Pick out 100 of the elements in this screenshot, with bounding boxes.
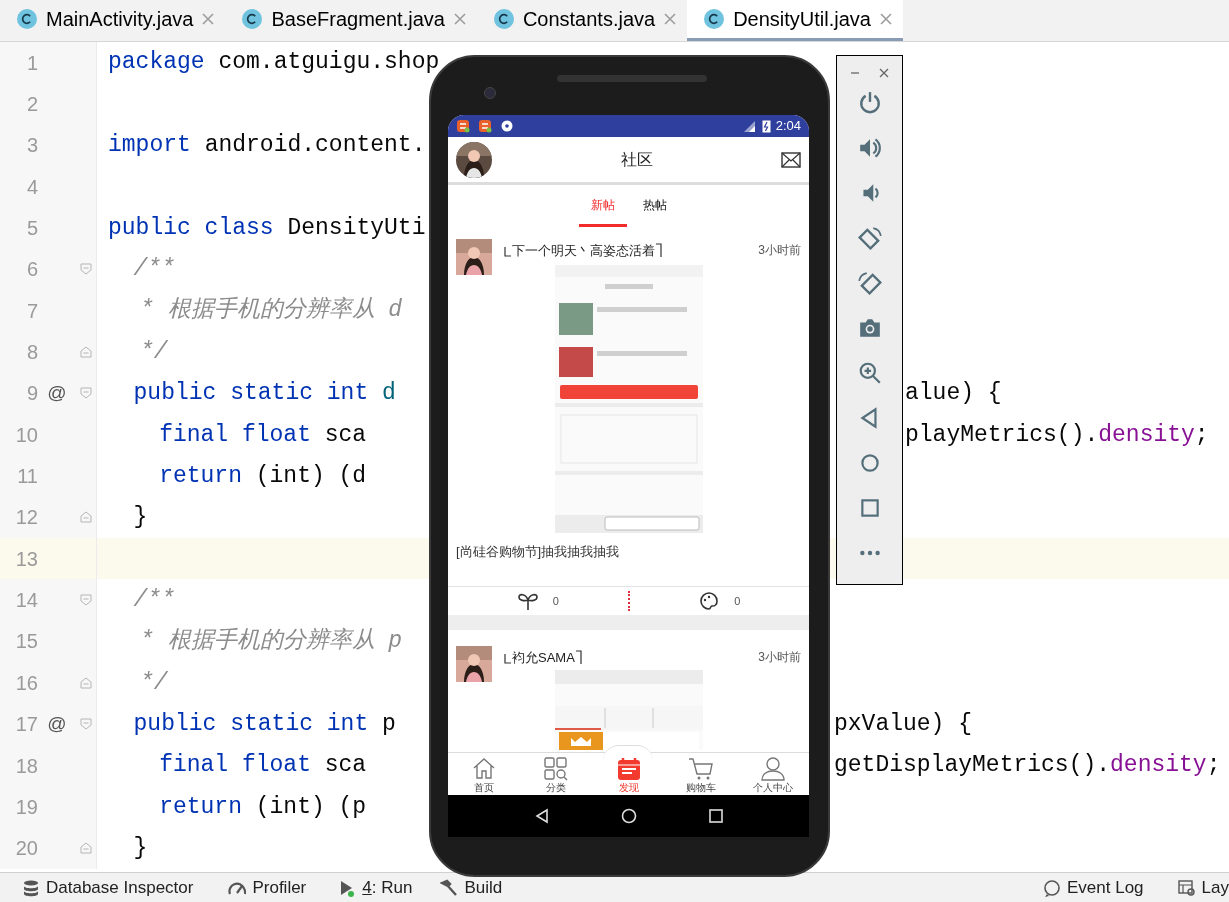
code-text: return (int) (p	[159, 792, 367, 822]
author-name[interactable]: 下一个明天丶高姿态活着	[512, 241, 655, 261]
line-number: 16	[14, 670, 38, 696]
post-tab[interactable]: 新帖	[578, 185, 627, 227]
line-number: 19	[14, 794, 38, 820]
tool-window-button[interactable]: Profiler	[228, 874, 307, 901]
hammer-icon	[440, 878, 459, 897]
line-number: 17	[14, 712, 38, 738]
rotate-right-icon[interactable]	[857, 271, 882, 295]
zoom-in-icon[interactable]	[857, 361, 882, 385]
database-icon	[22, 878, 40, 897]
code-text: public class DensityUti	[108, 213, 426, 243]
tool-window-button[interactable]: Lay	[1177, 874, 1229, 901]
dotted-divider	[627, 591, 630, 611]
code-text: }	[133, 503, 148, 533]
power-icon[interactable]	[857, 91, 882, 115]
line-number: 1	[25, 50, 38, 76]
code-text: * 根据手机的分辨率从 p	[139, 626, 403, 657]
code-text: public static int d	[133, 379, 396, 409]
overview-icon[interactable]	[707, 808, 724, 824]
app-notification-icon	[478, 119, 492, 133]
nav-tab[interactable]: 分类	[520, 753, 593, 795]
tool-window-button[interactable]: Database Inspector	[22, 874, 194, 901]
play-icon	[338, 878, 357, 897]
line-number: 3	[25, 133, 38, 159]
mail-icon[interactable]	[781, 151, 801, 168]
tool-window-button[interactable]: 4: Run	[338, 874, 413, 901]
name-frame-icon	[655, 242, 663, 259]
code-text: public static int p	[133, 709, 396, 739]
editor-tab[interactable]: MainActivity.java	[0, 0, 226, 41]
nav-tab[interactable]: 个人中心	[736, 753, 809, 795]
battery-icon	[761, 119, 771, 133]
camera-icon[interactable]	[857, 316, 882, 340]
override-marker[interactable]: @	[47, 379, 67, 408]
person-icon	[759, 756, 786, 782]
line-number: 11	[16, 464, 38, 490]
code-text: */	[139, 337, 168, 367]
close-icon[interactable]	[201, 12, 216, 26]
close-icon[interactable]	[879, 12, 893, 26]
code-text: final float sca	[159, 420, 367, 450]
comment-count: 0	[734, 593, 741, 609]
editor-tab[interactable]: Constants.java	[476, 0, 688, 41]
class-file-icon	[241, 8, 264, 30]
code-text: getDisplayMetrics().density;	[834, 751, 1221, 781]
line-number: 6	[25, 257, 38, 283]
screen-title: 社区	[619, 149, 654, 170]
line-number: 9	[25, 381, 38, 407]
line-number: 8	[25, 340, 38, 366]
code-text: * 根据手机的分辨率从 d	[139, 295, 403, 326]
close-icon[interactable]	[879, 68, 889, 78]
tool-window-button[interactable]: Build	[440, 874, 503, 901]
class-file-icon	[16, 8, 38, 30]
line-number: 13	[14, 546, 38, 572]
sprout-icon[interactable]	[516, 591, 539, 611]
window-layout-icon	[1177, 878, 1196, 897]
editor-tab[interactable]: BaseFragment.java	[225, 0, 477, 41]
line-number: 18	[14, 753, 38, 779]
speech-bubble-icon	[1043, 878, 1061, 897]
line-number: 4	[25, 174, 38, 200]
nav-tab[interactable]: 购物车	[664, 753, 737, 795]
code-text: final float sca	[159, 751, 367, 781]
post-text: [尚硅谷购物节]抽我抽我抽我	[455, 543, 621, 561]
code-text: playMetrics().density;	[905, 420, 1209, 450]
line-number: 14	[14, 588, 38, 614]
line-number: 12	[14, 505, 38, 531]
code-text: /**	[133, 255, 175, 285]
back-icon[interactable]	[533, 808, 550, 824]
app-notification-icon	[456, 119, 470, 133]
code-text: import android.content.	[108, 131, 426, 161]
rotate-left-icon[interactable]	[857, 226, 882, 250]
post-tab[interactable]: 热帖	[630, 185, 679, 227]
override-marker[interactable]: @	[47, 709, 67, 739]
line-number: 15	[14, 629, 38, 655]
cart-icon	[687, 756, 714, 782]
code-text: */	[139, 668, 168, 698]
tool-window-button[interactable]: Event Log	[1043, 874, 1144, 901]
grid-search-icon	[543, 756, 570, 782]
editor-tab[interactable]: DensityUtil.java	[687, 0, 903, 41]
status-time: 2:04	[775, 117, 801, 136]
volume-up-icon[interactable]	[857, 136, 882, 160]
class-file-icon	[492, 8, 515, 30]
line-number: 2	[25, 92, 38, 117]
code-text: }	[133, 833, 148, 863]
post-time: 3小时前	[758, 242, 801, 259]
signal-icon	[742, 119, 757, 133]
line-number: 20	[14, 836, 38, 862]
class-file-icon	[703, 8, 726, 30]
author-name[interactable]: 袀允SAMA	[512, 648, 575, 668]
post-time: 3小时前	[758, 649, 801, 666]
home-icon[interactable]	[620, 808, 637, 824]
line-number: 5	[25, 216, 38, 242]
code-text: alue) {	[905, 379, 1002, 409]
nav-tab[interactable]: 首页	[448, 753, 521, 795]
code-text: return (int) (d	[159, 461, 367, 491]
close-icon[interactable]	[663, 12, 678, 26]
nav-tab[interactable]: 发现	[592, 753, 665, 795]
close-icon[interactable]	[452, 12, 467, 26]
like-count: 0	[552, 593, 559, 609]
line-number: 10	[14, 422, 38, 448]
smiley-bubble-icon[interactable]	[698, 591, 721, 611]
